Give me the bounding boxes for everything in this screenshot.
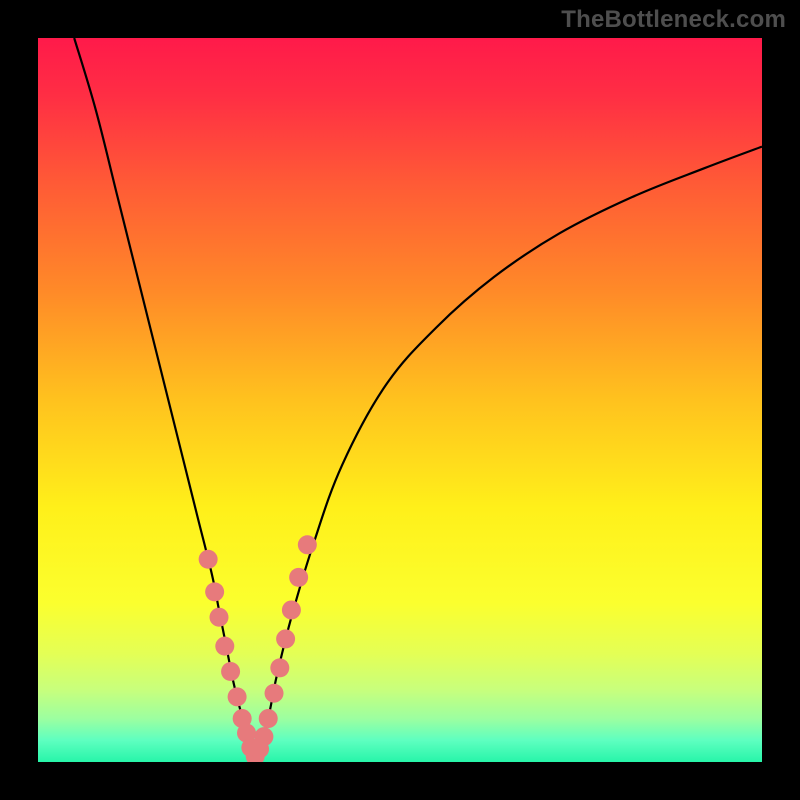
marker-point xyxy=(228,687,247,706)
marker-point xyxy=(221,662,240,681)
marker-point xyxy=(289,568,308,587)
chart-frame: TheBottleneck.com xyxy=(0,0,800,800)
marker-point xyxy=(215,637,234,656)
bottleneck-curve-chart xyxy=(38,38,762,762)
marker-point xyxy=(282,600,301,619)
marker-point xyxy=(276,629,295,648)
gradient-background xyxy=(38,38,762,762)
plot-area xyxy=(38,38,762,762)
marker-point xyxy=(270,658,289,677)
marker-point xyxy=(254,727,273,746)
marker-point xyxy=(205,582,224,601)
marker-point xyxy=(298,535,317,554)
marker-point xyxy=(210,608,229,627)
marker-point xyxy=(259,709,278,728)
marker-point xyxy=(265,684,284,703)
marker-point xyxy=(199,550,218,569)
watermark-text: TheBottleneck.com xyxy=(561,6,786,34)
